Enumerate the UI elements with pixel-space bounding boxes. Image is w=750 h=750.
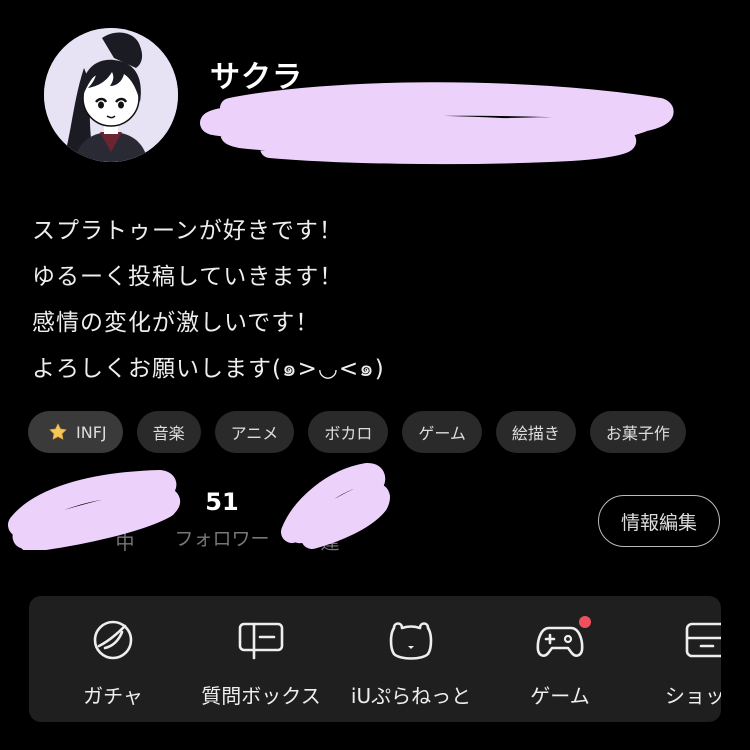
shop-icon — [685, 622, 721, 658]
stat-following[interactable]: 中 — [100, 490, 150, 555]
tag-chip[interactable]: お菓子作 — [589, 411, 686, 453]
menu-item-game[interactable]: ゲーム — [505, 596, 615, 722]
tag-label: ゲーム — [418, 424, 466, 443]
tag-label: アニメ — [230, 424, 279, 443]
gamepad-icon — [536, 626, 584, 657]
tag-chip[interactable]: INFJ — [28, 411, 123, 453]
star-icon — [49, 423, 67, 440]
menu-item-question-box[interactable]: 質問ボックス — [193, 596, 329, 722]
feature-menu: ガチャ 質問ボックス iUぷらねっと ゲーム ショッ — [29, 596, 721, 722]
menu-item-label: ショッ — [665, 684, 721, 708]
tag-label: 音楽 — [152, 424, 185, 443]
bear-face-icon — [389, 622, 433, 660]
menu-item-label: ゲーム — [530, 684, 590, 708]
edit-profile-button[interactable]: 情報編集 — [598, 495, 720, 547]
profile-name: サクラ — [210, 60, 303, 95]
tag-label: INFJ — [76, 422, 107, 442]
avatar[interactable] — [44, 28, 178, 162]
question-box-icon — [238, 622, 284, 660]
menu-item-gacha[interactable]: ガチャ — [57, 596, 169, 722]
tag-chip[interactable]: ゲーム — [402, 411, 482, 453]
tag-label: 絵描き — [511, 424, 560, 443]
notification-dot — [579, 616, 591, 628]
tag-list: INFJ 音楽 アニメ ボカロ ゲーム 絵描き お菓子作 — [28, 411, 722, 455]
bio-line: ゆるーく投稿していきます！ — [32, 264, 344, 290]
bio-line: よろしくお願いします(๑>◡<๑) — [32, 356, 385, 382]
tag-label: お菓子作 — [605, 424, 670, 443]
menu-item-label: iUぷらねっと — [350, 684, 472, 708]
bio: スプラトゥーンが好きです！ ゆるーく投稿していきます！ 感情の変化が激しいです！… — [32, 208, 385, 392]
avatar-illustration — [44, 28, 178, 162]
menu-item-label: 質問ボックス — [201, 684, 321, 708]
menu-item-shop[interactable]: ショッ — [657, 596, 721, 722]
stat-label: フォロワー — [174, 528, 270, 550]
menu-item-iu-planet[interactable]: iUぷらねっと — [341, 596, 481, 722]
stat-friends[interactable]: 達 — [300, 490, 360, 555]
stat-followers[interactable]: 51 フォロワー — [160, 488, 284, 551]
profile-id: ID — [208, 120, 226, 139]
tag-label: ボカロ — [324, 424, 373, 443]
gacha-icon — [93, 620, 133, 660]
bio-line: 感情の変化が激しいです！ — [32, 310, 320, 336]
tag-chip[interactable]: 音楽 — [136, 411, 201, 453]
tag-chip[interactable]: 絵描き — [495, 411, 576, 453]
followers-count: 51 — [205, 488, 239, 516]
tag-chip[interactable]: アニメ — [214, 411, 295, 453]
menu-item-label: ガチャ — [83, 684, 143, 708]
bio-line: スプラトゥーンが好きです！ — [32, 218, 343, 244]
tag-chip[interactable]: ボカロ — [308, 411, 389, 453]
stat-label: 達 — [320, 532, 340, 554]
stat-label: 中 — [115, 532, 135, 554]
